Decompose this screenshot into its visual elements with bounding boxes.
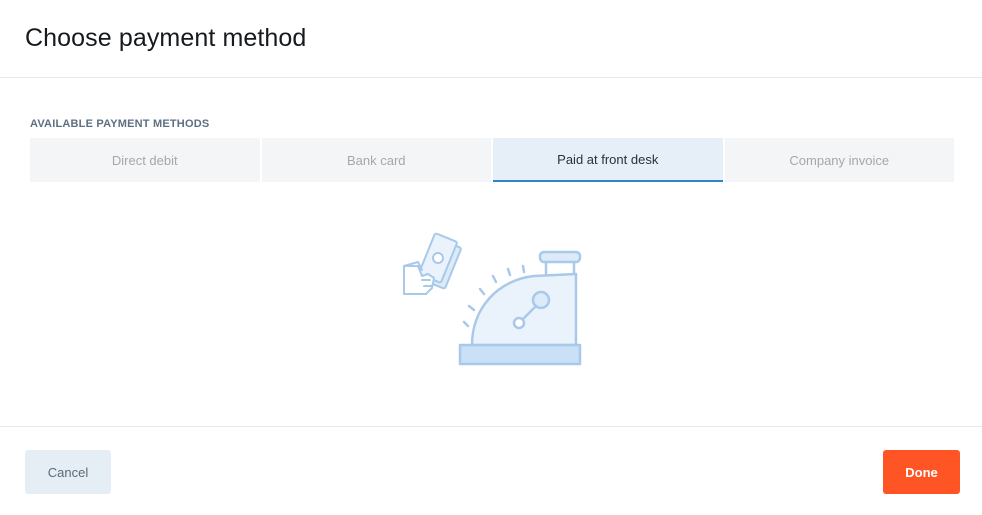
tab-bank-card[interactable]: Bank card bbox=[261, 138, 491, 182]
payment-method-tabs: Direct debit Bank card Paid at front des… bbox=[30, 138, 954, 182]
tab-direct-debit[interactable]: Direct debit bbox=[30, 138, 260, 182]
dialog-footer: Cancel Done bbox=[0, 426, 982, 515]
tab-company-invoice[interactable]: Company invoice bbox=[724, 138, 954, 182]
dialog-title: Choose payment method bbox=[25, 24, 307, 52]
dialog-header: Choose payment method bbox=[0, 0, 982, 78]
cash-register-icon bbox=[398, 230, 588, 370]
done-button[interactable]: Done bbox=[883, 450, 960, 494]
tab-paid-at-front-desk[interactable]: Paid at front desk bbox=[493, 138, 723, 182]
cancel-button[interactable]: Cancel bbox=[25, 450, 111, 494]
payment-methods-label: AVAILABLE PAYMENT METHODS bbox=[30, 118, 210, 130]
